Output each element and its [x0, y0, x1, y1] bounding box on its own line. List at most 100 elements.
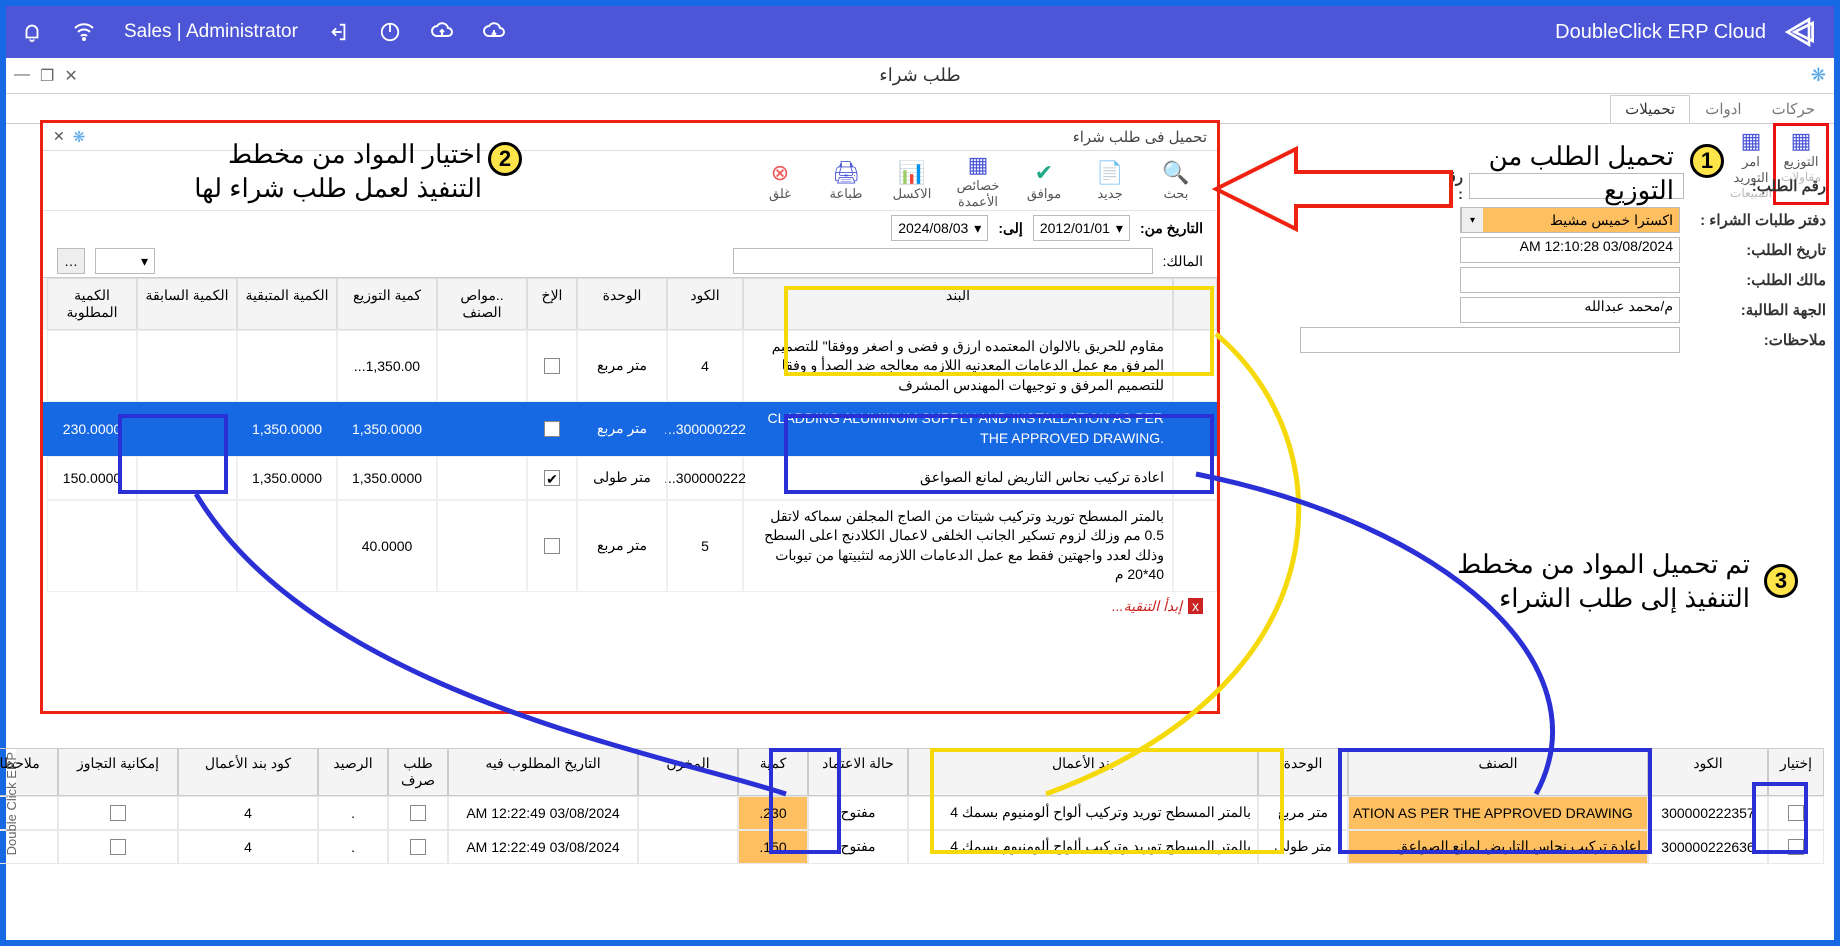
- cell-item: اعادة تركيب نحاس التاريض لمانع الصواعق: [1348, 830, 1648, 864]
- result-row[interactable]: 300000222357ATION AS PER THE APPROVED DR…: [16, 796, 1824, 830]
- excel-icon: 📊: [883, 160, 941, 186]
- tab-tools[interactable]: ادوات: [1690, 95, 1756, 123]
- wifi-icon: [72, 20, 96, 44]
- grid-icon: ▦: [1726, 128, 1776, 154]
- cell-unit: متر طولى: [577, 456, 667, 500]
- bcol-qty[interactable]: كمية: [738, 748, 808, 796]
- window-restore-icon[interactable]: ❐: [40, 66, 54, 86]
- bcol-code[interactable]: الكود: [1648, 748, 1768, 796]
- cell-sarf: [388, 830, 448, 864]
- bell-icon[interactable]: [20, 20, 44, 44]
- col-gap: [1173, 278, 1217, 330]
- cell-qty: 150.: [738, 830, 808, 864]
- cell-select: [1768, 830, 1824, 864]
- input-date-to[interactable]: ▾2024/08/03: [891, 215, 988, 241]
- bcol-exceed[interactable]: إمكانية التجاوز: [58, 748, 178, 796]
- input-dlg-owner[interactable]: [733, 248, 1153, 274]
- btn-print[interactable]: 🖨طباعة: [817, 160, 875, 202]
- select-book[interactable]: اكسترا خميس مشيط▾: [1460, 207, 1680, 233]
- cell-unit: متر مربع: [577, 402, 667, 455]
- bcol-item[interactable]: الصنف: [1348, 748, 1648, 796]
- dialog-close-icon[interactable]: ✕: [53, 128, 65, 146]
- input-date[interactable]: 03/08/2024 12:10:28 AM: [1460, 237, 1680, 263]
- input-date-from[interactable]: ▾2012/01/01: [1033, 215, 1130, 241]
- bcol-select[interactable]: إختيار: [1768, 748, 1824, 796]
- print-icon: 🖨: [817, 160, 875, 186]
- col-unit[interactable]: الوحدة: [577, 278, 667, 330]
- close-circle-icon: ⊗: [751, 160, 809, 186]
- app-bar: DoubleClick ERP Cloud Sales | Administra…: [6, 6, 1834, 58]
- dialog-row[interactable]: بالمتر المسطح توريد وتركيب شيتات من الصا…: [43, 500, 1217, 592]
- dialog-row[interactable]: CLADDING ALUMINUM SUPPLY AND INSTALLATIO…: [43, 402, 1217, 455]
- callout-2-text: اختيار المواد من مخططالتنفيذ لعمل طلب شر…: [102, 138, 482, 206]
- btn-approve[interactable]: ✔موافق: [1015, 160, 1073, 202]
- bcol-bal[interactable]: الرصيد: [318, 748, 388, 796]
- window-close-icon[interactable]: ✕: [64, 66, 77, 86]
- cell-qrem: 1,350.0000: [237, 456, 337, 500]
- input-notes[interactable]: [1300, 327, 1680, 353]
- dialog-title: تحميل فى طلب شراء: [1073, 128, 1207, 146]
- label-date-to: إلى:: [998, 220, 1023, 237]
- btn-excel[interactable]: 📊الاكسل: [883, 160, 941, 202]
- cloud-upload-icon[interactable]: [430, 20, 454, 44]
- cell-spec: [437, 402, 527, 455]
- cell-spec: [437, 456, 527, 500]
- btn-close[interactable]: ⊗غلق: [751, 160, 809, 202]
- cell-wcode: 4: [178, 830, 318, 864]
- cell-chk: ✔: [527, 456, 577, 500]
- cell-work: بالمتر المسطح توريد وتركيب ألواح ألومنيو…: [908, 830, 1258, 864]
- cell-unit: متر مربع: [1258, 796, 1348, 830]
- col-qdist[interactable]: كمية التوزيع: [337, 278, 437, 330]
- btn-new[interactable]: 📄جديد: [1081, 160, 1139, 202]
- bcol-work[interactable]: بند الأعمال: [908, 748, 1258, 796]
- btn-columns[interactable]: ▦خصائص الأعمدة: [949, 152, 1007, 210]
- bcol-store[interactable]: المخزن: [638, 748, 738, 796]
- cell-chk: [527, 330, 577, 403]
- cell-desc: مقاوم للحريق بالالوان المعتمده ارزق و فض…: [743, 330, 1173, 403]
- gear-icon[interactable]: ❋: [1811, 65, 1826, 86]
- input-owner[interactable]: [1460, 267, 1680, 293]
- window-minimize-icon[interactable]: —: [14, 66, 30, 86]
- cell-spec: [437, 500, 527, 592]
- bcol-date[interactable]: التاريخ المطلوب فيه: [448, 748, 638, 796]
- cell-status: مفتوح: [808, 830, 908, 864]
- input-party[interactable]: م/محمد عبدالله: [1460, 297, 1680, 323]
- user-label[interactable]: Sales | Administrator: [124, 21, 298, 43]
- load-dialog: تحميل فى طلب شراء ❋ ✕ 🔍بحث 📄جديد ✔موافق …: [40, 120, 1220, 714]
- col-qreq[interactable]: الكمية المطلوبة: [47, 278, 137, 330]
- owner-dd[interactable]: ▾: [95, 248, 155, 274]
- cell-work: بالمتر المسطح توريد وتركيب ألواح ألومنيو…: [908, 796, 1258, 830]
- cell-qdist: 40.0000: [337, 500, 437, 592]
- cloud-download-icon[interactable]: [482, 20, 506, 44]
- btn-search[interactable]: 🔍بحث: [1147, 160, 1205, 202]
- cell-desc: CLADDING ALUMINUM SUPPLY AND INSTALLATIO…: [743, 402, 1173, 455]
- document-title-row: ✕ ❐ — طلب شراء ❋: [6, 58, 1834, 94]
- owner-browse[interactable]: …: [57, 248, 85, 274]
- col-qrem[interactable]: الكمية المتبقية: [237, 278, 337, 330]
- tab-transactions[interactable]: حركات: [1757, 95, 1830, 123]
- col-qprev[interactable]: الكمية السابقة: [137, 278, 237, 330]
- bcol-wcode[interactable]: كود بند الأعمال: [178, 748, 318, 796]
- tab-loads[interactable]: تحميلات: [1610, 95, 1690, 123]
- callout-3-text: تم تحميل المواد من مخططالتنفيذ إلى طلب ا…: [1390, 548, 1750, 616]
- power-icon[interactable]: [378, 20, 402, 44]
- cell-exceed: [58, 830, 178, 864]
- col-code[interactable]: الكود: [667, 278, 743, 330]
- bcol-unit[interactable]: الوحدة: [1258, 748, 1348, 796]
- logout-icon[interactable]: [326, 20, 350, 44]
- cell-qreq: [47, 500, 137, 592]
- cell-date: 03/08/2024 12:22:49 AM: [448, 796, 638, 830]
- cell-date: 03/08/2024 12:22:49 AM: [448, 830, 638, 864]
- bcol-status[interactable]: حالة الاعتماد: [808, 748, 908, 796]
- col-spec[interactable]: ..مواص الصنف: [437, 278, 527, 330]
- col-chk[interactable]: الإخ: [527, 278, 577, 330]
- result-row[interactable]: 300000222636اعادة تركيب نحاس التاريض لما…: [16, 830, 1824, 864]
- filter-reset[interactable]: xإبدأ التنقية...: [43, 592, 1217, 621]
- cell-code: 4: [667, 330, 743, 403]
- dialog-row[interactable]: مقاوم للحريق بالالوان المعتمده ارزق و فض…: [43, 330, 1217, 403]
- bcol-sarf[interactable]: طلب صرف: [388, 748, 448, 796]
- dialog-gear-icon[interactable]: ❋: [73, 128, 86, 146]
- dialog-row[interactable]: اعادة تركيب نحاس التاريض لمانع الصواعق30…: [43, 456, 1217, 500]
- col-item[interactable]: البند: [743, 278, 1173, 330]
- cell-qrem: [237, 500, 337, 592]
